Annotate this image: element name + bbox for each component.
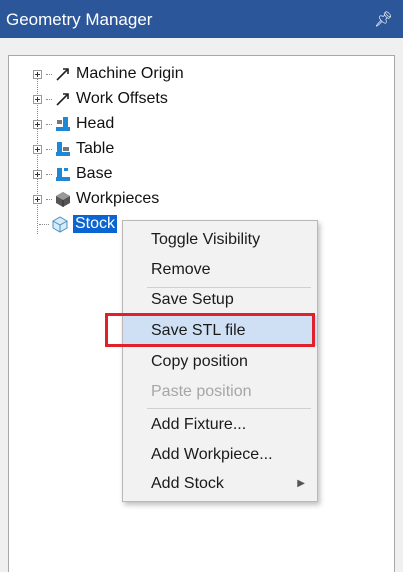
workpieces-icon — [54, 190, 72, 208]
menu-item-copy-position[interactable]: Copy position — [123, 347, 317, 377]
tree-item-label: Machine Origin — [76, 65, 184, 82]
menu-item-save-setup[interactable]: Save Setup — [123, 285, 317, 315]
tree-item-stock[interactable]: Stock — [39, 212, 118, 236]
menu-item-add-fixture[interactable]: Add Fixture... — [123, 410, 317, 440]
expand-toggle-icon[interactable] — [33, 69, 42, 79]
axis-arrow-icon — [54, 65, 72, 83]
tree-item-work-offsets[interactable]: Work Offsets — [33, 87, 168, 111]
menu-item-label: Add Stock — [151, 475, 224, 492]
expand-toggle-icon[interactable] — [33, 119, 42, 129]
menu-item-remove[interactable]: Remove — [123, 255, 317, 285]
expand-toggle-icon[interactable] — [33, 144, 42, 154]
tree-item-head[interactable]: Head — [33, 112, 114, 136]
tree-item-label: Workpieces — [76, 190, 160, 207]
stock-cube-icon — [51, 215, 69, 233]
machine-base-icon — [54, 165, 72, 183]
tree-item-label: Base — [76, 165, 113, 182]
axis-arrow-icon — [54, 90, 72, 108]
expand-toggle-icon[interactable] — [33, 94, 42, 104]
expand-toggle-icon[interactable] — [33, 169, 42, 179]
pin-icon[interactable]: 📌︎ — [374, 10, 393, 28]
title-bar: Geometry Manager 📌︎ — [0, 0, 403, 38]
tree-item-label: Head — [76, 115, 115, 132]
window-title: Geometry Manager — [6, 10, 153, 29]
context-menu: Toggle Visibility Remove Save Setup Save… — [122, 220, 318, 502]
tree-item-base[interactable]: Base — [33, 162, 112, 186]
tree-item-label: Work Offsets — [76, 90, 168, 107]
menu-item-toggle-visibility[interactable]: Toggle Visibility — [123, 225, 317, 255]
tree-item-workpieces[interactable]: Workpieces — [33, 187, 159, 211]
menu-item-paste-position: Paste position — [151, 383, 252, 400]
tree-item-label: Table — [76, 140, 115, 157]
tree-item-label: Stock — [73, 215, 118, 233]
expand-toggle-icon[interactable] — [33, 194, 42, 204]
machine-table-icon — [54, 140, 72, 158]
annotation-highlight-box — [105, 313, 315, 347]
menu-item-add-stock[interactable]: Add Stock ▶ — [123, 469, 317, 499]
tree-item-machine-origin[interactable]: Machine Origin — [33, 62, 184, 86]
machine-head-icon — [54, 115, 72, 133]
menu-item-add-workpiece[interactable]: Add Workpiece... — [123, 440, 317, 470]
submenu-arrow-icon: ▶ — [297, 478, 305, 489]
tree-item-table[interactable]: Table — [33, 137, 114, 161]
menu-separator — [147, 408, 311, 409]
